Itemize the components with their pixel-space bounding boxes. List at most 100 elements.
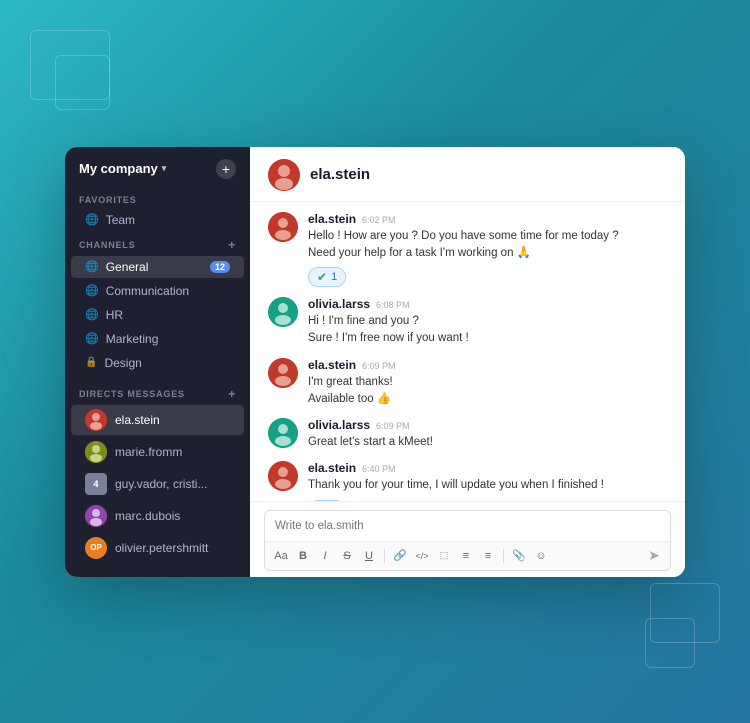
list-ordered-button[interactable]: ≡ [478, 546, 498, 566]
bg-decoration-3 [650, 583, 720, 643]
add-dm-icon[interactable]: + [228, 387, 236, 401]
dm-section-label: DIRECTS MESSAGES + [65, 381, 250, 404]
app-window: My company ▾ + FAVORITES 🌐 Team CHANNELS… [65, 147, 685, 577]
avatar [85, 505, 107, 527]
sidebar-item-hr[interactable]: 🌐 HR [71, 304, 244, 326]
sidebar-header: My company ▾ + [65, 147, 250, 189]
dm-user-name: guy.vador, cristi... [115, 477, 207, 491]
sidebar-item-label: Team [106, 213, 135, 227]
message-meta: ela.stein 6:02 PM [308, 212, 667, 226]
message-text: Great let's start a kMeet! [308, 434, 667, 451]
avatar: OP [85, 537, 107, 559]
avatar-group: 4 [85, 473, 107, 495]
globe-icon: 🌐 [85, 332, 99, 345]
message-meta: olivia.larss 6:09 PM [308, 418, 667, 432]
dm-user-name: ela.stein [115, 413, 160, 427]
message-author: ela.stein [308, 212, 356, 226]
message-author: ela.stein [308, 461, 356, 475]
message-text: Thank you for your time, I will update y… [308, 477, 667, 494]
send-button[interactable]: ➤ [644, 546, 664, 566]
message-avatar [268, 461, 298, 491]
composer-input[interactable] [265, 511, 670, 541]
sidebar-dm-marie-fromm[interactable]: marie.fromm [71, 437, 244, 467]
attachment-button[interactable]: 📎 [509, 546, 529, 566]
message-reaction[interactable]: ✔ 1 [308, 267, 346, 287]
strikethrough-button[interactable]: S [337, 546, 357, 566]
message-2: olivia.larss 6:08 PM Hi ! I'm fine and y… [268, 297, 667, 348]
sidebar-item-label: HR [106, 308, 123, 322]
composer-input-wrap: Aa B I S U 🔗 </> ⬚ ≡ ≡ 📎 ☺ ➤ [264, 510, 671, 571]
message-1: ela.stein 6:02 PM Hello ! How are you ? … [268, 212, 667, 288]
sidebar-item-communication[interactable]: 🌐 Communication [71, 280, 244, 302]
message-5: ela.stein 6:40 PM Thank you for your tim… [268, 461, 667, 500]
font-aa-button[interactable]: Aa [271, 546, 291, 566]
globe-icon: 🌐 [85, 213, 99, 226]
message-author: olivia.larss [308, 418, 370, 432]
sidebar-item-general[interactable]: 🌐 General 12 [71, 256, 244, 278]
favorites-section-label: FAVORITES [65, 189, 250, 208]
emoji-button[interactable]: ☺ [531, 546, 551, 566]
sidebar-item-marketing[interactable]: 🌐 Marketing [71, 328, 244, 350]
add-channel-button[interactable]: + [216, 159, 236, 179]
message-avatar [268, 358, 298, 388]
bold-button[interactable]: B [293, 546, 313, 566]
code-block-button[interactable]: ⬚ [434, 546, 454, 566]
workspace-chevron-icon: ▾ [162, 163, 167, 174]
message-time: 6:08 PM [376, 300, 410, 310]
underline-button[interactable]: U [359, 546, 379, 566]
sidebar-dm-ela-stein[interactable]: ela.stein [71, 405, 244, 435]
chat-messages: ela.stein 6:02 PM Hello ! How are you ? … [250, 202, 685, 501]
globe-icon: 🌐 [85, 284, 99, 297]
bg-decoration-1 [30, 30, 110, 100]
message-author: ela.stein [308, 358, 356, 372]
chat-composer: Aa B I S U 🔗 </> ⬚ ≡ ≡ 📎 ☺ ➤ [250, 501, 685, 577]
globe-icon: 🌐 [85, 260, 99, 273]
chat-header-name: ela.stein [310, 166, 370, 183]
toolbar-divider-2 [503, 549, 504, 563]
sidebar-item-design[interactable]: 🔒 Design [71, 352, 244, 374]
bg-decoration-4 [645, 618, 695, 668]
sidebar-dm-olivier[interactable]: OP olivier.petershmitt [71, 533, 244, 563]
sidebar-item-label: Communication [106, 284, 189, 298]
sidebar: My company ▾ + FAVORITES 🌐 Team CHANNELS… [65, 147, 250, 577]
message-text: Hello ! How are you ? Do you have some t… [308, 228, 667, 263]
message-time: 6:09 PM [376, 421, 410, 431]
message-text: I'm great thanks! Available too 👍 [308, 374, 667, 409]
globe-icon: 🌐 [85, 308, 99, 321]
workspace-name: My company [79, 161, 158, 176]
toolbar-divider [384, 549, 385, 563]
message-time: 6:02 PM [362, 215, 396, 225]
message-content: olivia.larss 6:08 PM Hi ! I'm fine and y… [308, 297, 667, 348]
add-channel-icon[interactable]: + [228, 238, 236, 252]
chat-header-avatar [268, 159, 300, 191]
avatar [85, 441, 107, 463]
sidebar-dm-marc-dubois[interactable]: marc.dubois [71, 501, 244, 531]
sidebar-dm-group[interactable]: 4 guy.vador, cristi... [71, 469, 244, 499]
message-content: ela.stein 6:40 PM Thank you for your tim… [308, 461, 667, 500]
code-button[interactable]: </> [412, 546, 432, 566]
reaction-count: 1 [331, 271, 337, 283]
lock-icon: 🔒 [85, 357, 97, 368]
checkmark-icon: ✔ [317, 270, 327, 284]
italic-button[interactable]: I [315, 546, 335, 566]
unread-badge: 12 [210, 261, 230, 273]
list-bullet-button[interactable]: ≡ [456, 546, 476, 566]
link-button[interactable]: 🔗 [390, 546, 410, 566]
message-avatar [268, 297, 298, 327]
message-avatar [268, 212, 298, 242]
message-content: olivia.larss 6:09 PM Great let's start a… [308, 418, 667, 451]
message-meta: ela.stein 6:09 PM [308, 358, 667, 372]
sidebar-item-team[interactable]: 🌐 Team [71, 209, 244, 231]
message-meta: olivia.larss 6:08 PM [308, 297, 667, 311]
dm-user-name: marc.dubois [115, 509, 180, 523]
workspace-title[interactable]: My company ▾ [79, 161, 166, 176]
message-time: 6:09 PM [362, 361, 396, 371]
dm-user-name: marie.fromm [115, 445, 182, 459]
message-avatar [268, 418, 298, 448]
composer-toolbar: Aa B I S U 🔗 </> ⬚ ≡ ≡ 📎 ☺ ➤ [265, 541, 670, 570]
message-meta: ela.stein 6:40 PM [308, 461, 667, 475]
message-content: ela.stein 6:02 PM Hello ! How are you ? … [308, 212, 667, 288]
message-time: 6:40 PM [362, 464, 396, 474]
message-author: olivia.larss [308, 297, 370, 311]
chat-area: ela.stein ela.stein 6:02 PM [250, 147, 685, 577]
